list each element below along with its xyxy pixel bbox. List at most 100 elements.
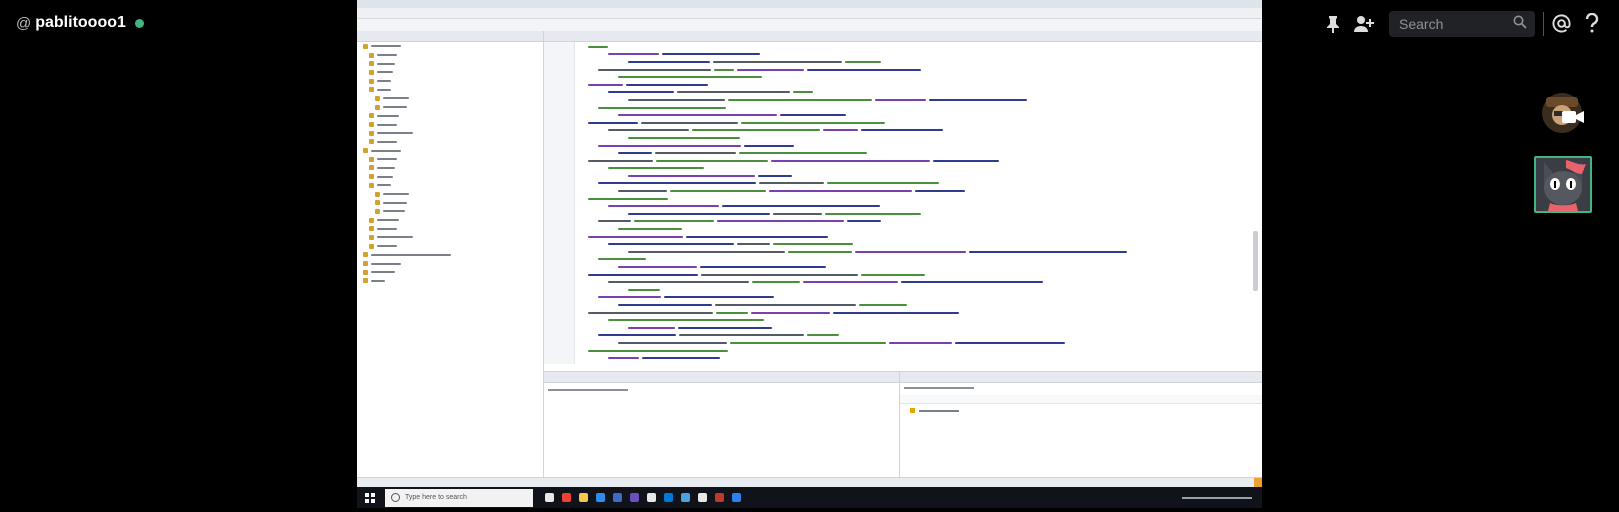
tree-row xyxy=(357,68,543,77)
editor-tabs xyxy=(544,31,1262,42)
code-line xyxy=(580,104,1230,112)
code-line xyxy=(580,134,1230,142)
code-line xyxy=(580,119,1230,127)
search-box[interactable] xyxy=(1389,11,1535,37)
dm-user[interactable]: @ pablitoooo1 xyxy=(16,14,144,32)
ide-menu-bar xyxy=(357,8,1262,19)
code-line xyxy=(580,210,1230,218)
code-line xyxy=(580,180,1230,188)
code-line xyxy=(580,149,1230,157)
tree-row xyxy=(357,224,543,233)
code-line xyxy=(580,316,1230,324)
problems-tab xyxy=(900,372,1262,383)
code-line xyxy=(580,51,1230,59)
code-line xyxy=(580,58,1230,66)
code-line xyxy=(580,43,1230,51)
add-friend-icon[interactable] xyxy=(1354,15,1374,38)
participant-video-tile[interactable] xyxy=(1534,156,1592,213)
code-line xyxy=(580,354,1230,362)
code-line xyxy=(580,157,1230,165)
warnings-row xyxy=(910,408,1262,413)
code-line xyxy=(580,96,1230,104)
tree-row xyxy=(357,181,543,190)
code-line xyxy=(580,89,1230,97)
code-line xyxy=(580,248,1230,256)
problems-summary xyxy=(904,387,974,389)
tree-row xyxy=(357,190,543,199)
help-icon[interactable] xyxy=(1585,12,1599,38)
participant-avatar[interactable] xyxy=(1540,91,1584,139)
mention-icon[interactable] xyxy=(1552,14,1571,38)
code-line xyxy=(580,271,1230,279)
console-tab xyxy=(544,372,899,383)
system-tray xyxy=(1182,496,1252,499)
code-line xyxy=(580,294,1230,302)
search-input[interactable] xyxy=(1397,15,1511,33)
tree-row xyxy=(357,242,543,251)
code-line xyxy=(580,256,1230,264)
code-line xyxy=(580,347,1230,355)
tree-row xyxy=(357,198,543,207)
tree-row xyxy=(357,129,543,138)
line-number-gutter xyxy=(544,42,575,364)
code-line xyxy=(580,202,1230,210)
tree-row xyxy=(357,146,543,155)
tree-row xyxy=(357,120,543,129)
tree-row xyxy=(357,77,543,86)
tree-row xyxy=(357,155,543,164)
search-icon[interactable] xyxy=(1513,15,1527,34)
taskbar-search: Type here to search xyxy=(385,488,533,507)
problems-header xyxy=(900,395,1262,404)
tree-row xyxy=(357,59,543,68)
problems-pane xyxy=(900,371,1262,478)
tree-row xyxy=(357,259,543,268)
pin-icon[interactable] xyxy=(1326,15,1340,38)
tree-row xyxy=(357,112,543,121)
console-message xyxy=(548,389,628,391)
code-line xyxy=(580,225,1230,233)
taskbar-search-icon xyxy=(391,493,400,502)
code-line xyxy=(580,286,1230,294)
tree-row xyxy=(357,103,543,112)
code-line xyxy=(580,142,1230,150)
online-status-dot xyxy=(134,18,144,28)
tree-row xyxy=(357,233,543,242)
code-editor xyxy=(544,31,1262,369)
code-line xyxy=(580,301,1230,309)
warning-icon xyxy=(910,408,915,413)
tree-row xyxy=(357,277,543,286)
code-line xyxy=(580,278,1230,286)
code-line xyxy=(580,240,1230,248)
taskbar-apps xyxy=(545,493,741,502)
shared-screen-stream[interactable]: Type here to search xyxy=(357,0,1262,508)
windows-start-icon xyxy=(365,492,375,503)
tree-row xyxy=(357,51,543,60)
tree-row xyxy=(357,138,543,147)
ide-workspace xyxy=(357,31,1262,478)
package-explorer-tabs xyxy=(357,31,543,42)
tree-row xyxy=(357,164,543,173)
tree-row xyxy=(357,172,543,181)
editor-scrollbar xyxy=(1253,231,1258,291)
tree-row xyxy=(357,268,543,277)
code-line xyxy=(580,195,1230,203)
ide-title-bar xyxy=(357,0,1262,8)
username[interactable]: pablitoooo1 xyxy=(35,14,126,32)
console-pane xyxy=(544,371,900,478)
tree-row xyxy=(357,216,543,225)
code-line xyxy=(580,187,1230,195)
tree-row xyxy=(357,251,543,260)
code-line xyxy=(580,165,1230,173)
tree-row xyxy=(357,85,543,94)
code-line xyxy=(580,218,1230,226)
tree-row xyxy=(357,207,543,216)
code-line xyxy=(580,309,1230,317)
code-line xyxy=(580,324,1230,332)
taskbar-search-placeholder: Type here to search xyxy=(405,494,467,501)
code-line xyxy=(580,127,1230,135)
code-line xyxy=(580,81,1230,89)
video-camera-icon xyxy=(1562,109,1584,130)
code-line xyxy=(580,263,1230,271)
at-symbol: @ xyxy=(16,14,32,32)
code-line xyxy=(580,172,1230,180)
